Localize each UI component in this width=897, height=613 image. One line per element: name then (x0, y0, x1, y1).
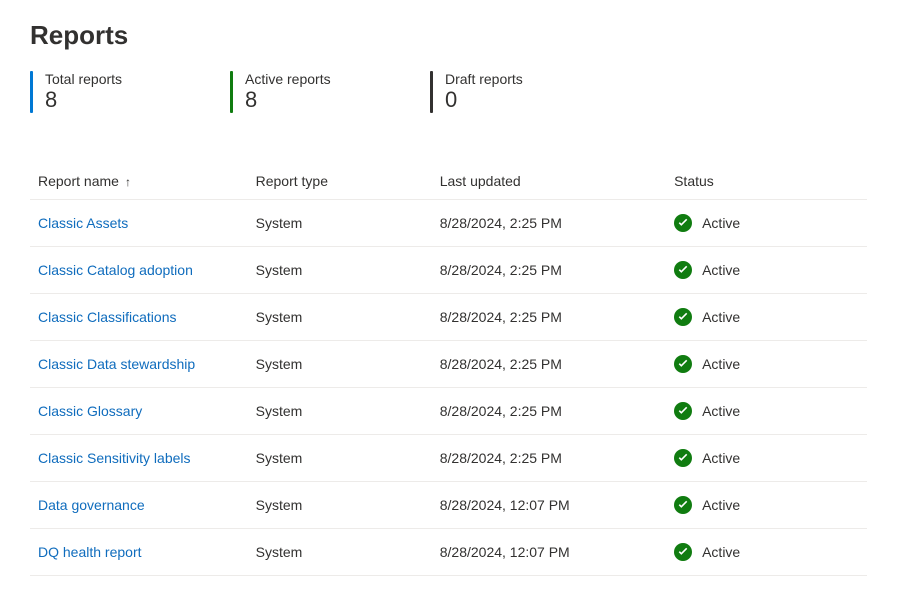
stat-draft: Draft reports 0 (430, 71, 630, 113)
stat-active-value: 8 (245, 87, 331, 113)
checkmark-circle-icon (674, 496, 692, 514)
report-status-cell: Active (666, 482, 867, 529)
table-row: DQ health report System8/28/2024, 12:07 P… (30, 529, 867, 576)
report-updated-cell: 8/28/2024, 12:07 PM (432, 529, 666, 576)
report-type-cell: System (248, 294, 432, 341)
report-status-cell: Active (666, 435, 867, 482)
report-type-cell: System (248, 341, 432, 388)
report-updated-cell: 8/28/2024, 2:25 PM (432, 200, 666, 247)
table-row: Classic Data stewardship System8/28/2024,… (30, 341, 867, 388)
stat-draft-value: 0 (445, 87, 523, 113)
status-label: Active (702, 450, 740, 466)
stat-bar (30, 71, 33, 113)
report-updated-cell: 8/28/2024, 2:25 PM (432, 341, 666, 388)
stat-bar (230, 71, 233, 113)
stats-row: Total reports 8 Active reports 8 Draft r… (30, 71, 867, 113)
report-status-cell: Active (666, 341, 867, 388)
status-label: Active (702, 356, 740, 372)
table-row: Classic Glossary System8/28/2024, 2:25 PM… (30, 388, 867, 435)
report-updated-cell: 8/28/2024, 2:25 PM (432, 294, 666, 341)
stat-active: Active reports 8 (230, 71, 430, 113)
checkmark-circle-icon (674, 214, 692, 232)
column-header-type[interactable]: Report type (248, 163, 432, 200)
stat-draft-label: Draft reports (445, 71, 523, 87)
status-label: Active (702, 403, 740, 419)
table-row: Data governance System8/28/2024, 12:07 PM… (30, 482, 867, 529)
report-name-link[interactable]: DQ health report (38, 544, 142, 560)
column-header-updated[interactable]: Last updated (432, 163, 666, 200)
column-header-status[interactable]: Status (666, 163, 867, 200)
stat-total-value: 8 (45, 87, 122, 113)
status-label: Active (702, 497, 740, 513)
report-name-link[interactable]: Classic Glossary (38, 403, 142, 419)
table-row: Classic Sensitivity labels System8/28/202… (30, 435, 867, 482)
status-label: Active (702, 262, 740, 278)
report-name-link[interactable]: Classic Assets (38, 215, 128, 231)
checkmark-circle-icon (674, 308, 692, 326)
report-type-cell: System (248, 247, 432, 294)
report-updated-cell: 8/28/2024, 2:25 PM (432, 388, 666, 435)
report-updated-cell: 8/28/2024, 12:07 PM (432, 482, 666, 529)
report-type-cell: System (248, 388, 432, 435)
column-header-name[interactable]: Report name ↑ (30, 163, 248, 200)
stat-bar (430, 71, 433, 113)
report-updated-cell: 8/28/2024, 2:25 PM (432, 247, 666, 294)
report-type-cell: System (248, 529, 432, 576)
page-title: Reports (30, 20, 867, 51)
report-name-link[interactable]: Data governance (38, 497, 145, 513)
status-label: Active (702, 309, 740, 325)
column-header-name-label: Report name (38, 173, 119, 189)
report-status-cell: Active (666, 294, 867, 341)
checkmark-circle-icon (674, 355, 692, 373)
report-status-cell: Active (666, 200, 867, 247)
report-status-cell: Active (666, 388, 867, 435)
reports-table: Report name ↑ Report type Last updated St… (30, 163, 867, 576)
checkmark-circle-icon (674, 261, 692, 279)
report-status-cell: Active (666, 529, 867, 576)
status-label: Active (702, 215, 740, 231)
checkmark-circle-icon (674, 402, 692, 420)
table-row: Classic Catalog adoption System8/28/2024,… (30, 247, 867, 294)
checkmark-circle-icon (674, 449, 692, 467)
stat-active-label: Active reports (245, 71, 331, 87)
report-type-cell: System (248, 200, 432, 247)
checkmark-circle-icon (674, 543, 692, 561)
sort-ascending-icon: ↑ (125, 175, 131, 189)
report-name-link[interactable]: Classic Classifications (38, 309, 176, 325)
report-name-link[interactable]: Classic Sensitivity labels (38, 450, 191, 466)
report-type-cell: System (248, 482, 432, 529)
table-row: Classic Classifications System8/28/2024, … (30, 294, 867, 341)
report-name-link[interactable]: Classic Catalog adoption (38, 262, 193, 278)
status-label: Active (702, 544, 740, 560)
stat-total-label: Total reports (45, 71, 122, 87)
report-status-cell: Active (666, 247, 867, 294)
report-type-cell: System (248, 435, 432, 482)
report-name-link[interactable]: Classic Data stewardship (38, 356, 195, 372)
stat-total: Total reports 8 (30, 71, 230, 113)
report-updated-cell: 8/28/2024, 2:25 PM (432, 435, 666, 482)
table-row: Classic Assets System8/28/2024, 2:25 PM Ac… (30, 200, 867, 247)
